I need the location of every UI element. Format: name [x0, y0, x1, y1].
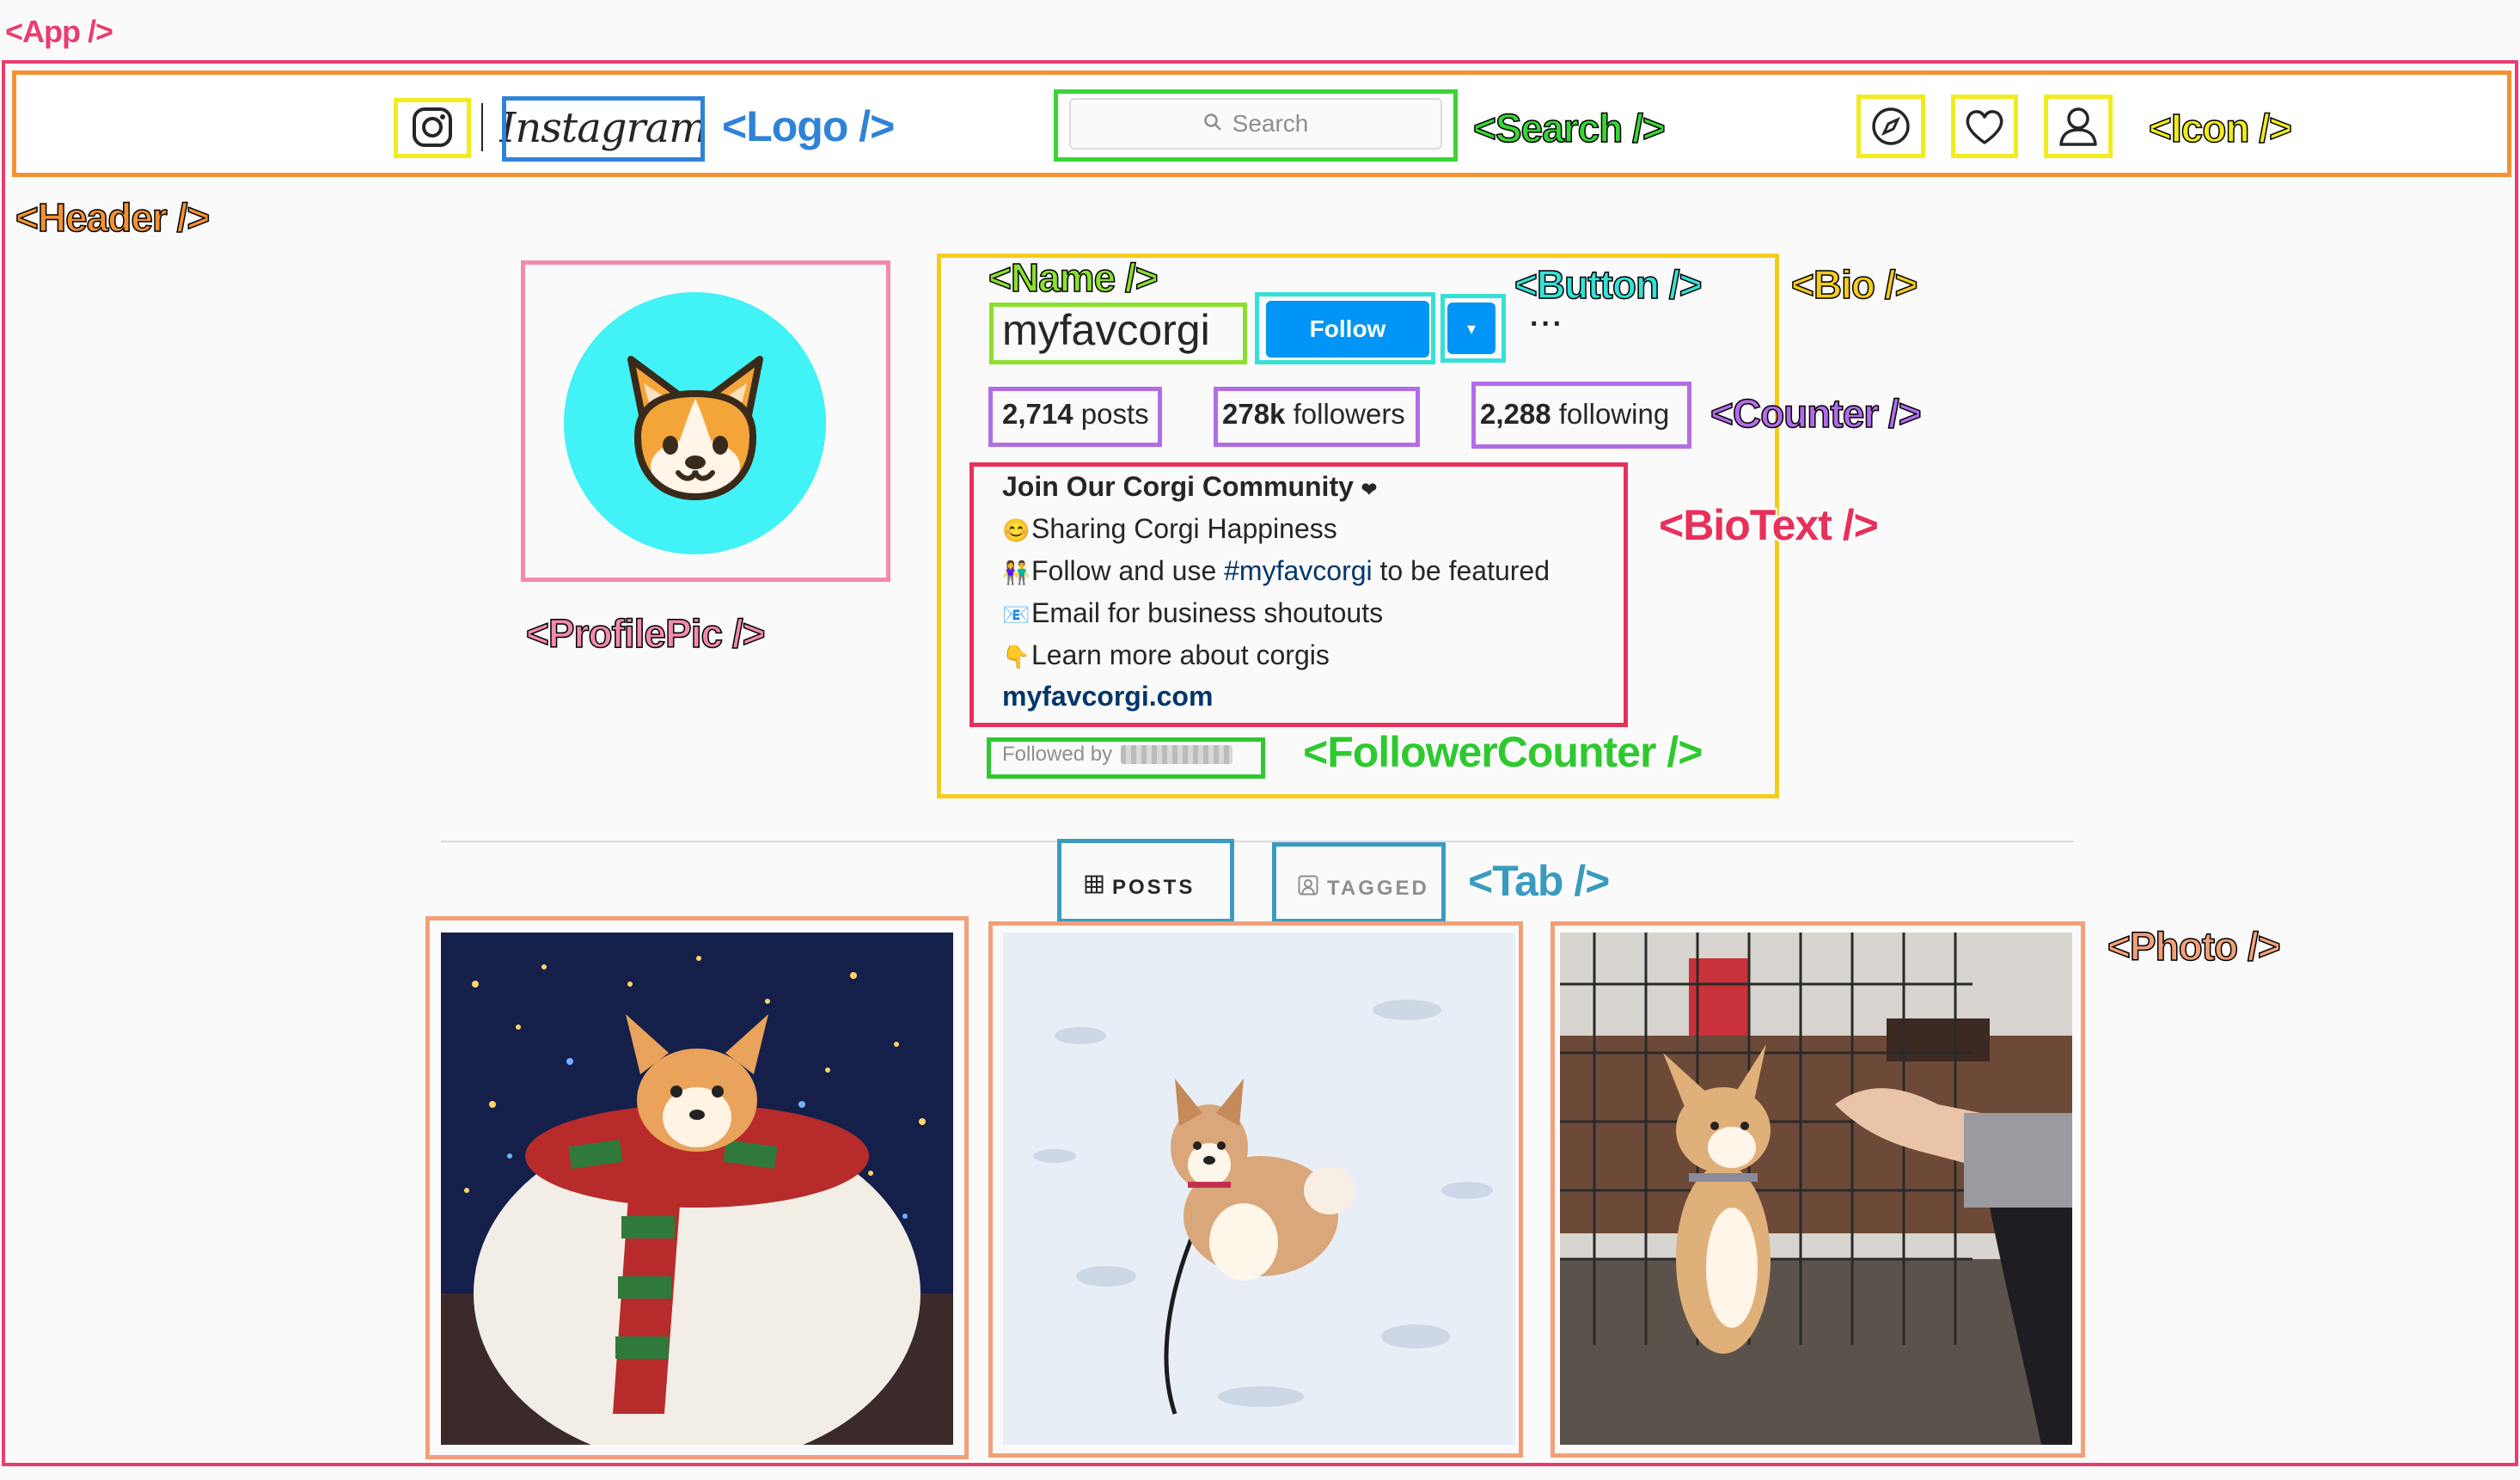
annotation-box-button-follow — [1255, 292, 1435, 364]
annotation-label-search: <Search /> — [1472, 105, 1666, 151]
annotation-label-bio: <Bio /> — [1790, 261, 1918, 308]
annotation-label-header: <Header /> — [15, 194, 211, 241]
app-root: Instagram Search myfavcorgi Follow ▾ ···… — [0, 0, 2520, 1480]
annotation-label-logo: <Logo /> — [722, 102, 895, 150]
annotation-box-icon-user — [2044, 95, 2113, 158]
annotation-box-icon-heart — [1951, 95, 2018, 158]
annotation-label-photo: <Photo /> — [2107, 923, 2281, 969]
annotation-box-tab-posts — [1057, 839, 1234, 923]
annotation-label-profilepic: <ProfilePic /> — [525, 610, 766, 657]
annotation-box-profilepic — [521, 260, 890, 582]
annotation-label-counter: <Counter /> — [1710, 390, 1922, 437]
annotation-label-tab: <Tab /> — [1468, 857, 1610, 905]
annotation-box-button-dropdown — [1440, 294, 1506, 363]
annotation-box-icon-glyph — [394, 98, 471, 158]
annotation-label-biotext: <BioText /> — [1659, 501, 1879, 549]
annotation-box-photo-2 — [988, 921, 1523, 1458]
annotation-box-icon-compass — [1856, 95, 1925, 158]
annotation-box-followercounter — [987, 737, 1265, 779]
annotation-box-logo — [502, 96, 705, 162]
annotation-box-biotext — [969, 462, 1628, 727]
annotation-label-icon: <Icon /> — [2148, 105, 2292, 151]
annotation-label-name: <Name /> — [988, 254, 1159, 301]
annotation-label-app: <App /> — [5, 14, 113, 49]
annotation-box-counter-followers — [1214, 387, 1420, 447]
annotation-box-counter-following — [1471, 382, 1691, 449]
annotation-label-button: <Button /> — [1514, 261, 1703, 308]
annotation-label-followercounter: <FollowerCounter /> — [1303, 728, 1703, 776]
annotation-box-photo-1 — [425, 916, 969, 1459]
annotation-box-search — [1054, 89, 1458, 162]
annotation-box-tab-tagged — [1272, 842, 1446, 923]
annotation-box-photo-3 — [1551, 921, 2085, 1458]
annotation-box-counter-posts — [988, 387, 1162, 447]
annotation-box-name — [989, 303, 1247, 364]
